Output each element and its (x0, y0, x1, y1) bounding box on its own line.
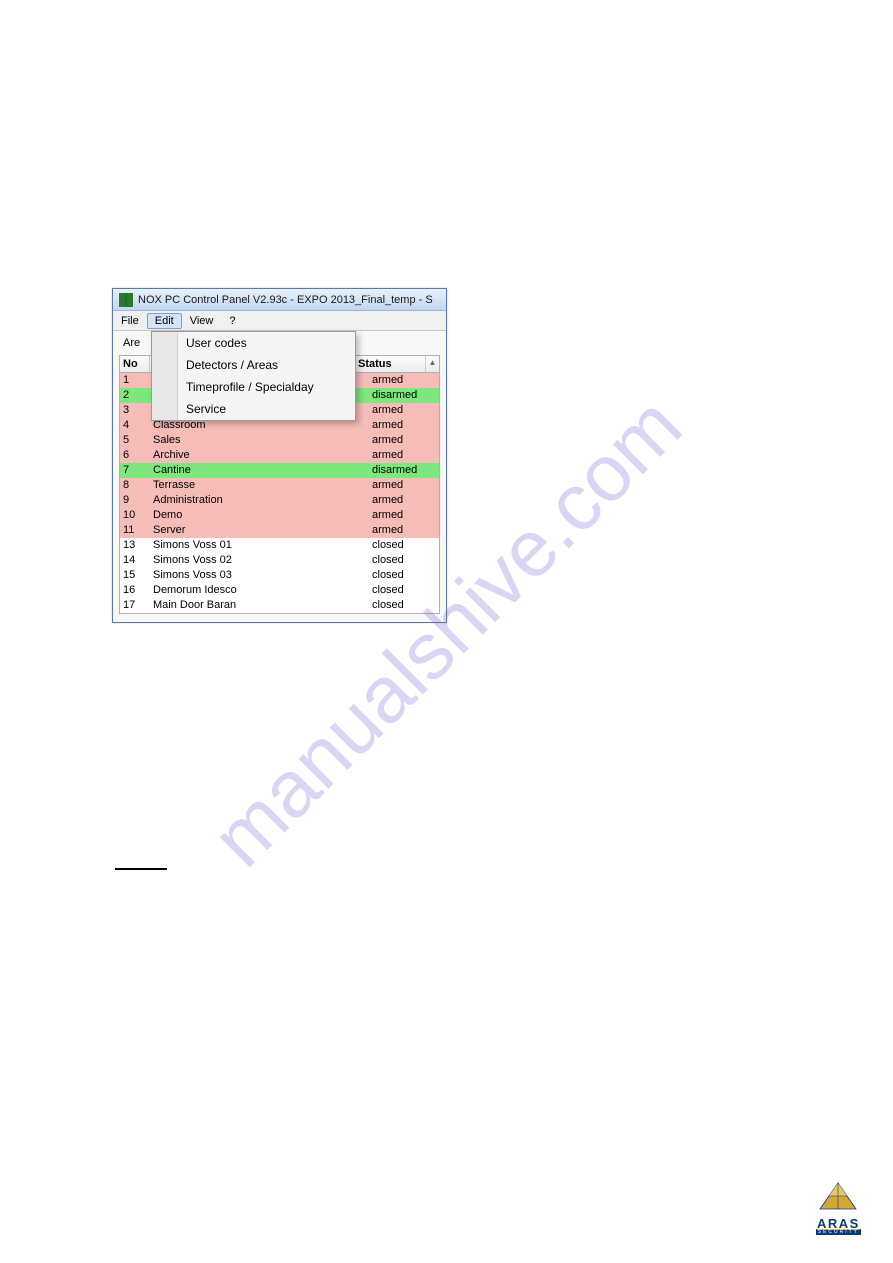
cell-name: Simons Voss 03 (150, 568, 369, 583)
cell-status: armed (369, 493, 439, 508)
cell-name: Demorum Idesco (150, 583, 369, 598)
cell-status: armed (369, 418, 439, 433)
dropdown-timeprofile[interactable]: Timeprofile / Specialday (152, 376, 355, 398)
menu-bar: File Edit View ? (113, 311, 446, 331)
header-status[interactable]: Status (355, 356, 425, 372)
scroll-up-icon[interactable]: ▲ (425, 356, 439, 372)
cell-no: 17 (120, 598, 150, 613)
cell-no: 4 (120, 418, 150, 433)
cell-status: armed (369, 478, 439, 493)
cell-name: Main Door Baran (150, 598, 369, 613)
cell-status: armed (369, 508, 439, 523)
title-bar: NOX PC Control Panel V2.93c - EXPO 2013_… (113, 289, 446, 311)
cell-status: closed (369, 568, 439, 583)
cell-name: Terrasse (150, 478, 369, 493)
table-row[interactable]: 7Cantinedisarmed (120, 463, 439, 478)
cell-status: disarmed (369, 463, 439, 478)
cell-no: 1 (120, 373, 150, 388)
table-row[interactable]: 14Simons Voss 02closed (120, 553, 439, 568)
cell-status: closed (369, 583, 439, 598)
header-no[interactable]: No (120, 356, 150, 372)
table-row[interactable]: 5Salesarmed (120, 433, 439, 448)
dropdown-detectors-areas[interactable]: Detectors / Areas (152, 354, 355, 376)
dropdown-service[interactable]: Service (152, 398, 355, 420)
table-row[interactable]: 13Simons Voss 01closed (120, 538, 439, 553)
cell-no: 5 (120, 433, 150, 448)
cell-no: 13 (120, 538, 150, 553)
table-row[interactable]: 9Administrationarmed (120, 493, 439, 508)
cell-name: Simons Voss 02 (150, 553, 369, 568)
cell-status: closed (369, 538, 439, 553)
cell-no: 3 (120, 403, 150, 418)
menu-help[interactable]: ? (221, 313, 243, 329)
cell-name: Cantine (150, 463, 369, 478)
app-icon (118, 292, 134, 308)
cell-status: armed (369, 433, 439, 448)
cell-name: Server (150, 523, 369, 538)
cell-status: closed (369, 598, 439, 613)
cell-no: 15 (120, 568, 150, 583)
table-row[interactable]: 10Demoarmed (120, 508, 439, 523)
logo: ARAS SECURITY (816, 1181, 861, 1235)
cell-name: Sales (150, 433, 369, 448)
cell-status: disarmed (369, 388, 439, 403)
cell-name: Archive (150, 448, 369, 463)
content-area: Are No Status ▲ 1armed2disarmed3armed4Cl… (113, 331, 446, 622)
cell-no: 6 (120, 448, 150, 463)
table-row[interactable]: 15Simons Voss 03closed (120, 568, 439, 583)
cell-name: Administration (150, 493, 369, 508)
cell-status: armed (369, 523, 439, 538)
cell-status: closed (369, 553, 439, 568)
cell-no: 11 (120, 523, 150, 538)
menu-file[interactable]: File (113, 313, 147, 329)
logo-subtext: SECURITY (816, 1229, 861, 1235)
cell-no: 2 (120, 388, 150, 403)
cell-status: armed (369, 448, 439, 463)
cell-no: 7 (120, 463, 150, 478)
cell-name: Demo (150, 508, 369, 523)
table-row[interactable]: 16Demorum Idescoclosed (120, 583, 439, 598)
cell-no: 8 (120, 478, 150, 493)
table-row[interactable]: 6Archivearmed (120, 448, 439, 463)
cell-status: armed (369, 373, 439, 388)
cell-no: 14 (120, 553, 150, 568)
window-title: NOX PC Control Panel V2.93c - EXPO 2013_… (138, 294, 433, 306)
dropdown-user-codes[interactable]: User codes (152, 332, 355, 354)
table-row[interactable]: 17Main Door Baranclosed (120, 598, 439, 613)
cell-no: 9 (120, 493, 150, 508)
edit-dropdown: User codes Detectors / Areas Timeprofile… (151, 331, 356, 421)
cell-name: Simons Voss 01 (150, 538, 369, 553)
table-row[interactable]: 8Terrassearmed (120, 478, 439, 493)
table-row[interactable]: 11Serverarmed (120, 523, 439, 538)
app-window: NOX PC Control Panel V2.93c - EXPO 2013_… (112, 288, 447, 623)
cell-no: 16 (120, 583, 150, 598)
menu-view[interactable]: View (182, 313, 222, 329)
pyramid-icon (816, 1181, 861, 1216)
cell-no: 10 (120, 508, 150, 523)
underline-dash (115, 868, 167, 870)
menu-edit[interactable]: Edit (147, 313, 182, 329)
cell-status: armed (369, 403, 439, 418)
